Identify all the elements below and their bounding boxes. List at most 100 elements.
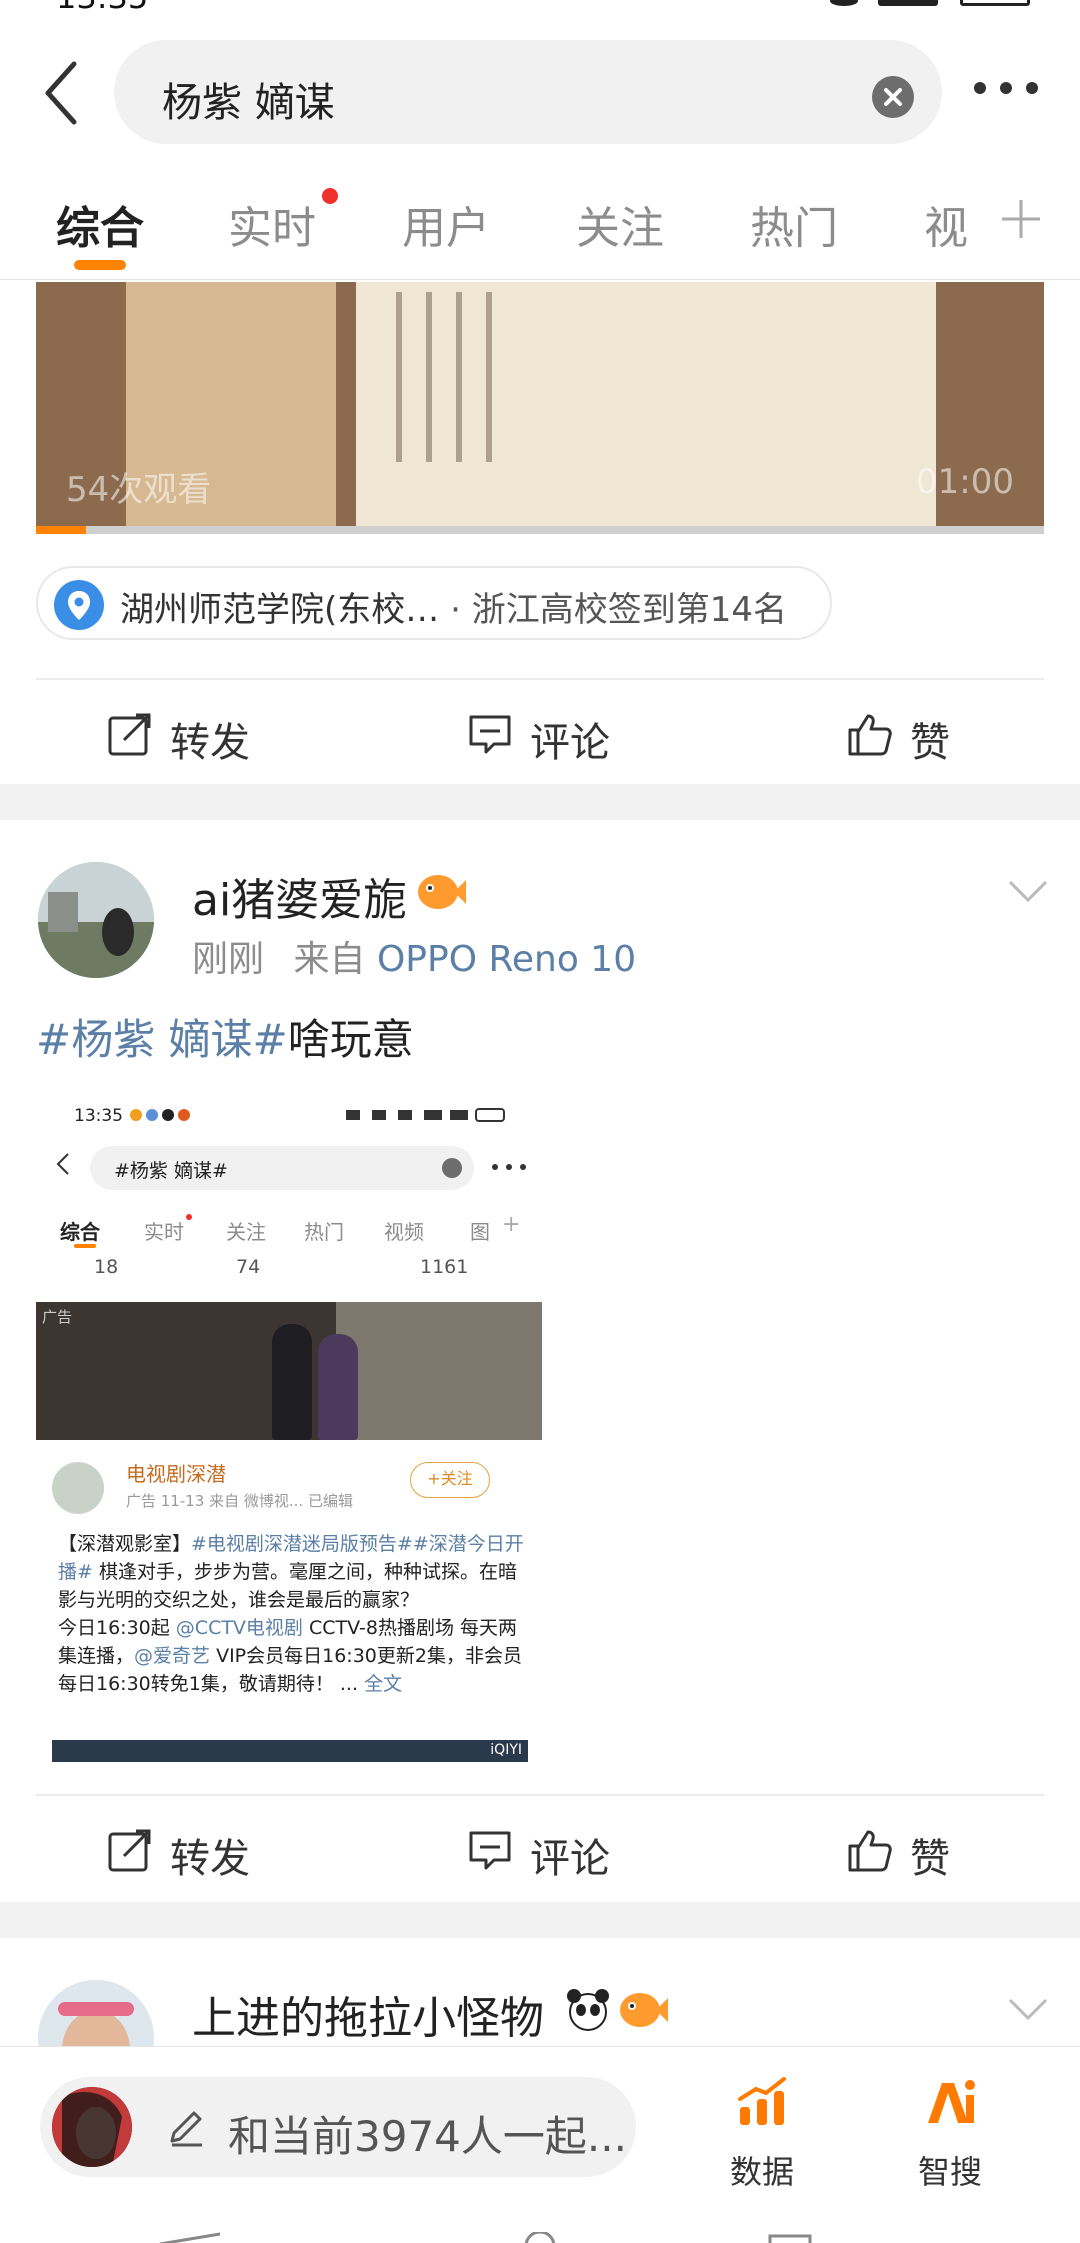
post2-username[interactable]: ai猪婆爱旎 [192, 864, 407, 928]
thumbs-up-icon [848, 714, 892, 756]
location-name: 湖州师范学院(东校… [120, 590, 440, 630]
shot-account-name: 电视剧深潜 [126, 1462, 226, 1486]
shot-status-time: 13:35 [74, 1106, 123, 1126]
divider [36, 1794, 1044, 1796]
video-progress-fill [36, 526, 87, 534]
fish-badge-icon [620, 1993, 668, 2027]
tab-users[interactable]: 用户 [402, 192, 490, 256]
comment-icon [469, 1831, 511, 1870]
location-pin-icon [54, 580, 104, 630]
status-time: 13:35 [56, 0, 148, 16]
search-header: 杨紫 嫡谋 [0, 30, 1080, 150]
bottom-bar: 和当前3974人一起... 数据 智搜 [0, 2046, 1080, 2243]
search-input[interactable]: 杨紫 嫡谋 [114, 40, 942, 144]
clear-search-button[interactable] [872, 76, 914, 118]
repost-icon [108, 713, 151, 756]
avatar[interactable] [38, 862, 154, 978]
shot-comment-count: 74 [236, 1256, 261, 1278]
shot-system-icons [346, 1108, 505, 1122]
post3-username[interactable]: 上进的拖拉小怪物 [192, 1982, 544, 2046]
comment-label: 评论 [530, 720, 610, 766]
shot-tab: 综合 [60, 1220, 100, 1244]
video-duration: 01:00 [916, 462, 1014, 502]
shot-tab: 视频 [384, 1220, 424, 1244]
status-bar: 13:35 [0, 0, 1080, 20]
like-label: 赞 [910, 720, 950, 766]
tab-following[interactable]: 关注 [576, 192, 664, 256]
ai-search-label: 智搜 [917, 2153, 982, 2191]
shot-more-icon [492, 1164, 528, 1172]
shot-follow-button: +关注 [410, 1462, 490, 1498]
bar-chart-icon [738, 2077, 786, 2125]
shot-plus-icon: + [502, 1212, 521, 1237]
shot-body-text: 【深潜观影室】#电视剧深潜迷局版预告##深潜今日开播# 棋逢对手，步步为营。毫厘… [58, 1533, 524, 1695]
search-query: 杨紫 嫡谋 [162, 80, 335, 126]
discussion-input[interactable]: 和当前3974人一起... [40, 2077, 636, 2177]
shot-tab: 关注 [226, 1220, 266, 1244]
shot-search-box: #杨紫 嫡谋# [90, 1146, 474, 1190]
post2-meta: 刚刚 来自 OPPO Reno 10 [192, 939, 637, 980]
shot-clear-icon [442, 1158, 462, 1178]
new-content-dot [322, 188, 338, 204]
shot-tab: 实时 [144, 1220, 184, 1244]
chevron-down-icon[interactable] [1006, 876, 1050, 906]
shot-ad-label: 广告 [42, 1308, 73, 1326]
chevron-down-icon[interactable] [1006, 1994, 1050, 2024]
shot-video-strip: iQIYI [52, 1740, 528, 1762]
tab-comprehensive[interactable]: 综合 [56, 192, 144, 256]
post2-action-bar: 转发 评论 赞 [0, 1802, 1080, 1902]
system-icons [830, 0, 1040, 10]
back-button[interactable] [38, 58, 88, 128]
repost-icon [108, 1829, 151, 1872]
ai-search-button[interactable]: 智搜 [900, 2077, 1000, 2197]
post1-action-bar: 转发 评论 赞 [0, 686, 1080, 786]
more-options-button[interactable] [974, 78, 1044, 98]
more-dots-icon [974, 82, 986, 94]
shot-app-icons [130, 1109, 190, 1121]
shot-ad-banner: 广告 [36, 1302, 542, 1440]
shot-repost-count: 18 [94, 1256, 119, 1278]
repost-label: 转发 [170, 1836, 250, 1882]
post2-source[interactable]: OPPO Reno 10 [377, 939, 636, 980]
view-count: 54次观看 [66, 470, 212, 510]
close-icon [884, 88, 902, 106]
divider [36, 678, 1044, 680]
post-separator [0, 1902, 1080, 1938]
video-progress-bar[interactable] [36, 526, 1044, 534]
fish-badge-icon [418, 875, 466, 909]
location-chip[interactable]: 湖州师范学院(东校… · 浙江高校签到第14名 [36, 566, 832, 640]
tab-hot[interactable]: 热门 [750, 192, 838, 256]
video-player[interactable]: 54次观看 01:00 [36, 282, 1044, 534]
system-nav-bar [0, 2230, 1080, 2243]
post2-hashtag[interactable]: #杨紫 嫡谋# [36, 1015, 288, 1064]
post-separator [0, 784, 1080, 820]
active-tab-indicator [74, 260, 126, 270]
panda-icon [567, 1989, 609, 2031]
shot-like-count: 1161 [420, 1256, 469, 1278]
like-label: 赞 [910, 1836, 950, 1882]
discussion-hint: 和当前3974人一起... [228, 2112, 627, 2161]
post2-text: #杨紫 嫡谋#啥玩意 [36, 1006, 414, 1067]
pencil-icon [170, 2111, 202, 2147]
shot-account-avatar [52, 1462, 104, 1514]
repost-label: 转发 [170, 720, 250, 766]
data-button[interactable]: 数据 [712, 2077, 812, 2197]
post2-header: ai猪婆爱旎 刚刚 来自 OPPO Reno 10 [0, 856, 1080, 986]
post2-image[interactable]: 13:35 #杨紫 嫡谋# 综合 实时 关注 热门 视频 图 + 18 74 1… [36, 1092, 542, 1762]
comment-icon [469, 715, 511, 754]
shot-tab: 热门 [304, 1220, 344, 1244]
tab-realtime[interactable]: 实时 [228, 192, 316, 256]
shot-back-icon [56, 1153, 69, 1175]
location-rank: · 浙江高校签到第14名 [450, 590, 787, 630]
plus-icon [1002, 200, 1040, 238]
comment-label: 评论 [530, 1836, 610, 1882]
chevron-left-icon [45, 61, 77, 125]
shot-meta: 广告 11-13 来自 微博视... 已编辑 [126, 1492, 353, 1510]
post2-body: 啥玩意 [287, 1015, 414, 1064]
add-tab-button[interactable] [996, 194, 1046, 244]
shot-tab: 图 [470, 1220, 490, 1244]
tab-video[interactable]: 视 [924, 192, 968, 256]
thumbs-up-icon [848, 1830, 892, 1872]
my-avatar [52, 2087, 132, 2167]
data-label: 数据 [729, 2153, 794, 2191]
